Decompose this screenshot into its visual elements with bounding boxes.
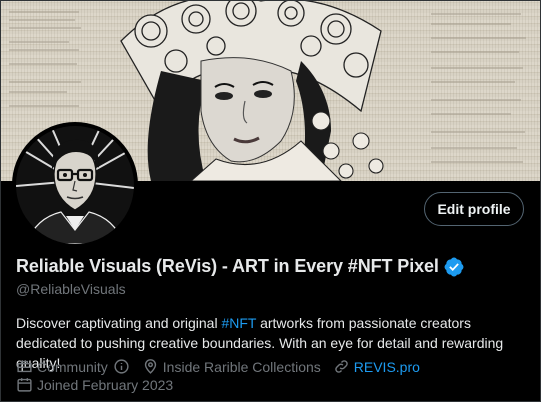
location-label: Inside Rarible Collections	[162, 358, 321, 375]
profile-meta-row-2: Joined February 2023	[16, 376, 185, 393]
location-item: Inside Rarible Collections	[142, 358, 321, 375]
category-item: Community	[16, 358, 130, 375]
briefcase-icon	[17, 360, 32, 373]
info-icon[interactable]	[113, 358, 130, 375]
link-icon	[334, 360, 348, 373]
edit-profile-button[interactable]: Edit profile	[424, 192, 524, 226]
avatar[interactable]	[12, 122, 138, 248]
name-row: Reliable Visuals (ReVis) - ART in Every …	[16, 256, 464, 277]
website-item: REVIS.pro	[333, 358, 420, 375]
avatar-portrait	[16, 126, 134, 244]
joined-label: Joined February 2023	[37, 376, 174, 393]
location-pin-icon	[144, 359, 156, 374]
joined-item: Joined February 2023	[16, 376, 173, 393]
bio-hashtag-link[interactable]: #NFT	[221, 315, 256, 331]
profile-meta-row: Community Inside Rarible Collections REV…	[16, 358, 432, 375]
website-link[interactable]: REVIS.pro	[354, 359, 420, 375]
category-label: Community	[37, 358, 108, 375]
calendar-icon	[17, 378, 32, 392]
bio-text-start: Discover captivating and original	[16, 315, 222, 331]
display-name: Reliable Visuals (ReVis) - ART in Every …	[16, 256, 439, 276]
verified-badge-icon[interactable]	[444, 257, 464, 277]
handle: @ReliableVisuals	[16, 281, 126, 297]
